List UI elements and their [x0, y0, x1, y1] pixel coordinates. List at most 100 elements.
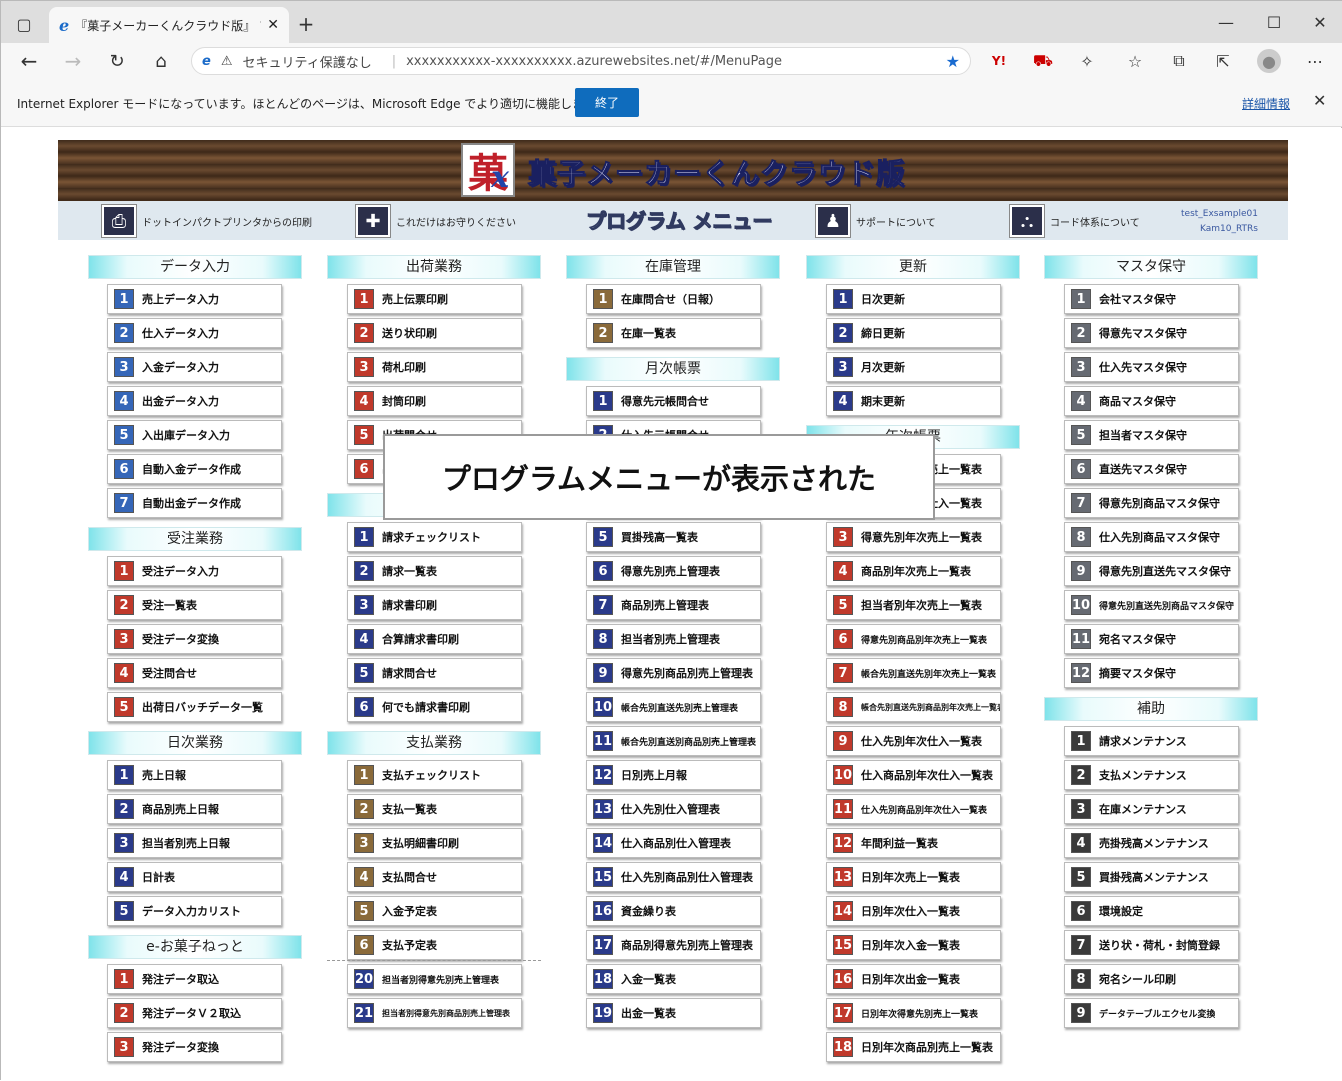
menu-button-getsuji-1[interactable]: 1 得意先元帳問合せ — [586, 386, 761, 416]
menu-button-getsuji-8[interactable]: 8 担当者別売上管理表 — [586, 624, 761, 654]
menu-button-seikyu-3[interactable]: 3 請求書印刷 — [347, 590, 522, 620]
menu-button-juchu-5[interactable]: 5 出荷日バッチデータ一覧 — [107, 692, 282, 722]
minimize-icon[interactable]: — — [1215, 11, 1237, 33]
menu-button-nenji-15[interactable]: 15 日別年次入金一覧表 — [826, 930, 1001, 960]
menu-button-data_input-2[interactable]: 2 仕入データ入力 — [107, 318, 282, 348]
menu-button-getsuji-18[interactable]: 18 入金一覧表 — [586, 964, 761, 994]
print-link[interactable]: ⎙ ドットインパクトプリンタからの印刷 — [102, 205, 312, 237]
extensions-icon[interactable]: ✧ — [1075, 49, 1099, 73]
menu-button-nenji-5[interactable]: 5 担当者別年次売上一覧表 — [826, 590, 1001, 620]
menu-button-hojo-7[interactable]: 7 送り状・荷札・封筒登録 — [1064, 930, 1239, 960]
menu-button-data_input-4[interactable]: 4 出金データ入力 — [107, 386, 282, 416]
menu-button-shiharai-6[interactable]: 6 支払予定表 — [347, 930, 522, 960]
url-text[interactable]: xxxxxxxxxxx-xxxxxxxxxx.azurewebsites.net… — [406, 54, 782, 69]
menu-button-nenji-9[interactable]: 9 仕入先別年次仕入一覧表 — [826, 726, 1001, 756]
menu-button-shiharai-1[interactable]: 1 支払チェックリスト — [347, 760, 522, 790]
menu-button-shiharai-3[interactable]: 3 支払明細書印刷 — [347, 828, 522, 858]
code-system-link[interactable]: ⛬ コード体系について — [1010, 205, 1140, 237]
menu-button-getsuji-15[interactable]: 15 仕入先別商品別仕入管理表 — [586, 862, 761, 892]
menu-button-eokashi-1[interactable]: 1 発注データ取込 — [107, 964, 282, 994]
rules-link[interactable]: ✚ これだけはお守りください — [356, 205, 516, 237]
menu-button-data_input-1[interactable]: 1 売上データ入力 — [107, 284, 282, 314]
menu-button-juchu-1[interactable]: 1 受注データ入力 — [107, 556, 282, 586]
cart-icon[interactable]: ⛟ — [1031, 49, 1055, 73]
yahoo-icon[interactable]: Y! — [987, 49, 1011, 73]
favorite-star-icon[interactable]: ★ — [946, 52, 960, 71]
menu-button-shiharai-4[interactable]: 4 支払問合せ — [347, 862, 522, 892]
menu-button-shukka-3[interactable]: 3 荷札印刷 — [347, 352, 522, 382]
menu-button-data_input-6[interactable]: 6 自動入金データ作成 — [107, 454, 282, 484]
menu-button-nenji-8[interactable]: 8 帳合先別直送先別商品別年次売上一覧表 — [826, 692, 1001, 722]
menu-button-data_input-5[interactable]: 5 入出庫データ入力 — [107, 420, 282, 450]
maximize-icon[interactable]: ☐ — [1263, 11, 1285, 33]
tab-close-icon[interactable]: ✕ — [267, 17, 279, 33]
menu-button-master-3[interactable]: 3 仕入先マスタ保守 — [1064, 352, 1239, 382]
menu-button-eokashi-3[interactable]: 3 発注データ変換 — [107, 1032, 282, 1062]
menu-button-hojo-5[interactable]: 5 買掛残高メンテナンス — [1064, 862, 1239, 892]
menu-button-zaiko-1[interactable]: 1 在庫問合せ（日報） — [586, 284, 761, 314]
favorites-icon[interactable]: ☆ — [1123, 49, 1147, 73]
new-tab-icon[interactable]: + — [295, 12, 317, 36]
menu-button-nenji-4[interactable]: 4 商品別年次売上一覧表 — [826, 556, 1001, 586]
menu-button-nichiji-1[interactable]: 1 売上日報 — [107, 760, 282, 790]
menu-button-seikyu-1[interactable]: 1 請求チェックリスト — [347, 522, 522, 552]
menu-button-juchu-2[interactable]: 2 受注一覧表 — [107, 590, 282, 620]
menu-button-hojo-2[interactable]: 2 支払メンテナンス — [1064, 760, 1239, 790]
menu-button-data_input-7[interactable]: 7 自動出金データ作成 — [107, 488, 282, 518]
menu-button-nichiji-5[interactable]: 5 データ入力カリスト — [107, 896, 282, 926]
menu-button-master-12[interactable]: 12 摘要マスタ保守 — [1064, 658, 1239, 688]
menu-button-shiharai-1[interactable]: 20 担当者別得意先別売上管理表 — [347, 964, 522, 994]
menu-button-nenji-7[interactable]: 7 帳合先別直送先別年次売上一覧表 — [826, 658, 1001, 688]
menu-button-nenji-10[interactable]: 10 仕入商品別年次仕入一覧表 — [826, 760, 1001, 790]
menu-button-nenji-17[interactable]: 17 日別年次得意先別売上一覧表 — [826, 998, 1001, 1028]
menu-button-getsuji-13[interactable]: 13 仕入先別仕入管理表 — [586, 794, 761, 824]
menu-button-juchu-4[interactable]: 4 受注問合せ — [107, 658, 282, 688]
collections-icon[interactable]: ⧉ — [1167, 49, 1191, 73]
menu-button-master-7[interactable]: 7 得意先別商品マスタ保守 — [1064, 488, 1239, 518]
ie-details-link[interactable]: 詳細情報 — [1242, 95, 1290, 112]
security-label[interactable]: セキュリティ保護なし — [242, 52, 371, 71]
menu-icon[interactable]: ⋯ — [1303, 49, 1327, 73]
menu-button-koshin-2[interactable]: 2 締日更新 — [826, 318, 1001, 348]
menu-button-nichiji-4[interactable]: 4 日計表 — [107, 862, 282, 892]
menu-button-nenji-16[interactable]: 16 日別年次出金一覧表 — [826, 964, 1001, 994]
menu-button-juchu-3[interactable]: 3 受注データ変換 — [107, 624, 282, 654]
menu-button-zaiko-2[interactable]: 2 在庫一覧表 — [586, 318, 761, 348]
menu-button-nenji-13[interactable]: 13 日別年次売上一覧表 — [826, 862, 1001, 892]
window-close-icon[interactable]: ✕ — [1309, 11, 1331, 33]
menu-button-hojo-8[interactable]: 8 宛名シール印刷 — [1064, 964, 1239, 994]
menu-button-eokashi-2[interactable]: 2 発注データＶ２取込 — [107, 998, 282, 1028]
menu-button-master-10[interactable]: 10 得意先別直送先別商品マスタ保守 — [1064, 590, 1239, 620]
menu-button-getsuji-9[interactable]: 9 得意先別商品別売上管理表 — [586, 658, 761, 688]
menu-button-master-1[interactable]: 1 会社マスタ保守 — [1064, 284, 1239, 314]
menu-button-seikyu-5[interactable]: 5 請求問合せ — [347, 658, 522, 688]
menu-button-hojo-3[interactable]: 3 在庫メンテナンス — [1064, 794, 1239, 824]
menu-button-getsuji-10[interactable]: 10 帳合先別直送先別売上管理表 — [586, 692, 761, 722]
menu-button-koshin-1[interactable]: 1 日次更新 — [826, 284, 1001, 314]
menu-button-hojo-4[interactable]: 4 売掛残高メンテナンス — [1064, 828, 1239, 858]
menu-button-getsuji-19[interactable]: 19 出金一覧表 — [586, 998, 761, 1028]
menu-button-shiharai-2[interactable]: 2 支払一覧表 — [347, 794, 522, 824]
menu-button-shiharai-2[interactable]: 21 担当者別得意先別商品別売上管理表 — [347, 998, 522, 1028]
menu-button-seikyu-4[interactable]: 4 合算請求書印刷 — [347, 624, 522, 654]
support-link[interactable]: ♟ サポートについて — [816, 205, 936, 237]
profile-avatar-icon[interactable]: ● — [1257, 49, 1281, 73]
menu-button-nenji-12[interactable]: 12 年間利益一覧表 — [826, 828, 1001, 858]
refresh-icon[interactable]: ↻ — [105, 49, 129, 73]
menu-button-getsuji-17[interactable]: 17 商品別得意先別売上管理表 — [586, 930, 761, 960]
menu-button-getsuji-12[interactable]: 12 日別売上月報 — [586, 760, 761, 790]
menu-button-nenji-14[interactable]: 14 日別年次仕入一覧表 — [826, 896, 1001, 926]
menu-button-nenji-18[interactable]: 18 日別年次商品別売上一覧表 — [826, 1032, 1001, 1062]
menu-button-koshin-3[interactable]: 3 月次更新 — [826, 352, 1001, 382]
menu-button-shiharai-5[interactable]: 5 入金予定表 — [347, 896, 522, 926]
menu-button-hojo-6[interactable]: 6 環境設定 — [1064, 896, 1239, 926]
menu-button-shukka-2[interactable]: 2 送り状印刷 — [347, 318, 522, 348]
menu-button-seikyu-6[interactable]: 6 何でも請求書印刷 — [347, 692, 522, 722]
url-field[interactable]: e ⚠ セキュリティ保護なし | xxxxxxxxxxx-xxxxxxxxxx.… — [191, 47, 971, 75]
menu-button-nichiji-3[interactable]: 3 担当者別売上日報 — [107, 828, 282, 858]
menu-button-nenji-11[interactable]: 11 仕入先別商品別年次仕入一覧表 — [826, 794, 1001, 824]
menu-button-master-4[interactable]: 4 商品マスタ保守 — [1064, 386, 1239, 416]
ie-mode-icon[interactable]: e — [202, 54, 211, 69]
share-icon[interactable]: ⇱ — [1211, 49, 1235, 73]
menu-button-nenji-3[interactable]: 3 得意先別年次売上一覧表 — [826, 522, 1001, 552]
